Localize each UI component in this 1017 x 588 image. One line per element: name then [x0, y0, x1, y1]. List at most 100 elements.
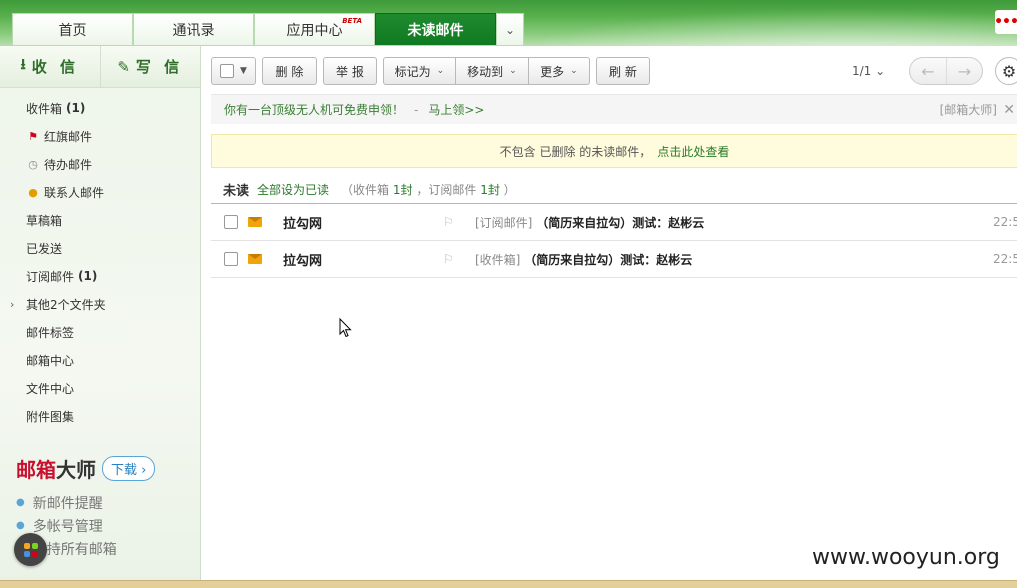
top-header: 首页 通讯录 应用中心 BETA 未读邮件 ⌄ ••• [0, 0, 1017, 46]
list-title: 未读 [223, 184, 250, 199]
sidebar-item-drafts[interactable]: 草稿箱 [0, 206, 200, 234]
mail-time: 22:5 [993, 215, 1017, 229]
toolbar-group: 标记为 ⌄ 移动到 ⌄ 更多 ⌄ [382, 57, 590, 85]
mail-sender: 拉勾网 [283, 216, 323, 232]
mouse-cursor-icon [339, 318, 352, 338]
promo-banner: 你有一台顶级无人机可免费申领！ - 马上领>> [邮箱大师] ✕ [211, 94, 1017, 124]
summary-mid: ，订阅邮件 [416, 183, 477, 197]
feature-item: ● 多帐号管理 [16, 514, 196, 537]
gear-icon[interactable]: ⚙ [995, 57, 1017, 85]
delete-button[interactable]: 删 除 [261, 57, 317, 85]
folder-label: 红旗邮件 [44, 129, 93, 144]
chevron-right-icon: › [10, 297, 15, 311]
select-all-checkbox[interactable] [220, 64, 234, 78]
tab-app-center[interactable]: 应用中心 BETA [254, 13, 375, 45]
mail-subject-wrap: [收件箱] （简历来自拉勾）测试：赵彬云 [475, 251, 692, 268]
unread-count: (1) [66, 101, 86, 115]
bullet-icon: ● [16, 497, 25, 508]
sidebar-item-inbox[interactable]: 收件箱 (1) [0, 94, 200, 122]
tab-unread-mail[interactable]: 未读邮件 [375, 13, 496, 45]
clock-icon: ◷ [28, 157, 38, 171]
row-checkbox[interactable] [224, 252, 238, 266]
mark-all-read-link[interactable]: 全部设为已读 [257, 181, 329, 198]
promo-source: [邮箱大师] [939, 103, 997, 117]
page-arrows: ← → [909, 57, 984, 85]
folder-label: 联系人邮件 [44, 185, 105, 200]
arrow-left-icon[interactable]: ← [910, 58, 946, 84]
mail-toolbar: ▼ 删 除 举 报 标记为 ⌄ 移动到 ⌄ 更多 ⌄ 刷 新 [211, 57, 656, 85]
summary-inbox-link[interactable]: 1封 [393, 183, 413, 197]
folder-label: 收件箱 [26, 101, 63, 116]
flag-icon[interactable]: ⚐ [443, 215, 454, 229]
tab-contacts[interactable]: 通讯录 [133, 13, 254, 45]
mail-subject: （简历来自拉勾）测试：赵彬云 [536, 215, 705, 230]
summary-sub-link[interactable]: 1封 [480, 183, 500, 197]
tab-contacts-label: 通讯录 [172, 22, 215, 39]
folder-label: 其他2个文件夹 [26, 297, 106, 312]
sidebar-item-attachments[interactable]: 附件图集 [0, 402, 200, 430]
bullet-icon: ● [16, 520, 25, 531]
feature-text: 新邮件提醒 [32, 495, 103, 512]
compose-label: 写 信 [135, 58, 184, 76]
mail-sender: 拉勾网 [283, 253, 323, 269]
notice-link[interactable]: 点击此处查看 [657, 143, 729, 160]
logo-part-a: 邮箱 [16, 458, 56, 482]
sidebar-item-sent[interactable]: 已发送 [0, 234, 200, 262]
sidebar-item-other-folders[interactable]: › 其他2个文件夹 [0, 290, 200, 318]
mark-as-dropdown[interactable]: 标记为 ⌄ [382, 57, 456, 85]
ellipsis-icon[interactable]: ••• [994, 10, 1017, 34]
promo-text: 你有一台顶级无人机可免费申领！ [224, 103, 405, 117]
feature-text: 多帐号管理 [32, 518, 103, 535]
mail-folder-tag: [订阅邮件] [475, 215, 533, 230]
sidebar-item-mail-center[interactable]: 邮箱中心 [0, 346, 200, 374]
tab-home-label: 首页 [58, 22, 87, 39]
sidebar-item-subscriptions[interactable]: 订阅邮件 (1) [0, 262, 200, 290]
compose-button[interactable]: ✎ 写 信 [99, 46, 201, 87]
report-button[interactable]: 举 报 [322, 57, 377, 85]
app-launcher-button[interactable] [14, 533, 47, 566]
red-flag-icon: ⚑ [28, 129, 38, 143]
mail-time: 22:5 [993, 252, 1017, 266]
sidebar-item-tags[interactable]: 邮件标签 [0, 318, 200, 346]
unread-count: (1) [78, 269, 98, 283]
close-icon[interactable]: ✕ [1003, 102, 1015, 118]
refresh-label: 刷 新 [609, 64, 637, 79]
folder-label: 订阅邮件 [26, 269, 75, 284]
chevron-down-icon: ▼ [240, 66, 247, 76]
mail-folder-tag: [收件箱] [475, 252, 521, 267]
chevron-down-icon: ⌄ [509, 66, 517, 76]
tab-unread-mail-label: 未读邮件 [407, 22, 464, 39]
folder-label: 草稿箱 [26, 213, 63, 228]
flag-icon[interactable]: ⚐ [443, 252, 454, 266]
sidebar-item-contacts-mail[interactable]: ● 联系人邮件 [0, 178, 200, 206]
receive-button[interactable]: ⭳ 收 信 [0, 46, 100, 87]
mail-subject: （简历来自拉勾）测试：赵彬云 [524, 252, 693, 267]
more-label: 更多 [540, 64, 565, 79]
folder-label: 已发送 [26, 241, 63, 256]
watermark-text: www.wooyun.org [812, 545, 1000, 570]
tab-home[interactable]: 首页 [12, 13, 133, 45]
sidebar-item-file-center[interactable]: 文件中心 [0, 374, 200, 402]
promo-link[interactable]: 马上领>> [428, 101, 484, 118]
report-label: 举 报 [336, 64, 364, 79]
more-dropdown[interactable]: 更多 ⌄ [528, 57, 590, 85]
chevron-down-icon: ⌄ [436, 66, 445, 76]
table-row[interactable]: 拉勾网 ⚐ [收件箱] （简历来自拉勾）测试：赵彬云 22:5 [211, 241, 1017, 278]
arrow-right-icon[interactable]: → [945, 58, 983, 84]
download-button[interactable]: 下载 › [102, 456, 156, 481]
move-to-label: 移动到 [467, 64, 504, 79]
sidebar-item-flagged[interactable]: ⚑ 红旗邮件 [0, 122, 200, 150]
delete-label: 删 除 [275, 64, 304, 79]
notice-text: 不包含 已删除 的未读邮件， [499, 144, 652, 159]
table-row[interactable]: 拉勾网 ⚐ [订阅邮件] （简历来自拉勾）测试：赵彬云 22:5 [211, 204, 1017, 241]
row-checkbox[interactable] [224, 215, 238, 229]
folder-label: 待办邮件 [44, 157, 93, 172]
sidebar-item-todo[interactable]: ◷ 待办邮件 [0, 150, 200, 178]
mail-list-header: 未读 全部设为已读 （收件箱 1封 ，订阅邮件 1封 ） [211, 176, 1017, 204]
page-selector[interactable]: 1/1 ⌄ [852, 64, 885, 78]
main-content: ▼ 删 除 举 报 标记为 ⌄ 移动到 ⌄ 更多 ⌄ 刷 新 1/1 ⌄ ← → ⚙ … [202, 46, 1017, 588]
select-all-dropdown[interactable]: ▼ [211, 57, 256, 85]
move-to-dropdown[interactable]: 移动到 ⌄ [455, 57, 529, 85]
tabs-dropdown-button[interactable]: ⌄ [496, 13, 524, 45]
refresh-button[interactable]: 刷 新 [595, 57, 650, 85]
